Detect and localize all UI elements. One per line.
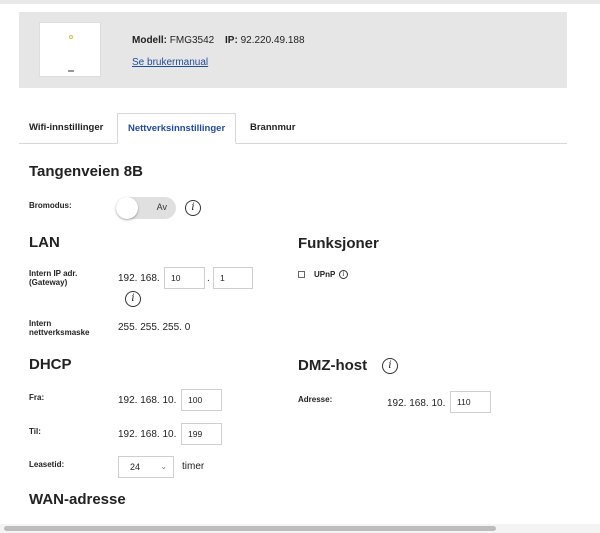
router-image — [39, 22, 101, 77]
internal-ip-prefix: 192. 168. — [118, 273, 160, 284]
internal-ip-label: Intern IP adr. (Gateway) — [29, 269, 77, 287]
lease-time-label: Leasetid: — [29, 460, 65, 469]
wan-title: WAN-adresse — [29, 491, 126, 508]
upnp-label: UPnP — [314, 270, 336, 279]
internal-ip-label-line1: Intern IP adr. — [29, 269, 78, 278]
upnp-checkbox[interactable] — [298, 271, 305, 278]
dhcp-from-prefix: 192. 168. 10. — [118, 395, 177, 406]
internal-ip-label-line2: (Gateway) — [29, 278, 68, 287]
tab-wifi-settings[interactable]: Wifi-innstillinger — [29, 113, 103, 143]
lease-time-select[interactable]: 24 ⌄ — [118, 456, 174, 478]
netmask-label-line1: Intern — [29, 319, 52, 328]
lease-time-unit: timer — [182, 461, 205, 472]
toggle-state-text: Av — [156, 202, 167, 212]
toggle-knob — [116, 197, 138, 219]
netmask-label: Intern nettverksmaske — [29, 319, 89, 337]
upnp-info-icon[interactable]: i — [339, 270, 348, 279]
bridge-info-icon[interactable]: i — [185, 200, 201, 216]
gateway-info-icon[interactable]: i — [125, 291, 141, 307]
dhcp-title: DHCP — [29, 356, 72, 373]
internal-ip-octet3-input[interactable]: 10 — [164, 267, 205, 289]
dhcp-to-prefix: 192. 168. 10. — [118, 429, 177, 440]
top-border — [0, 0, 600, 4]
settings-tabs: Wifi-innstillinger Nettverksinnstillinge… — [19, 113, 567, 144]
dhcp-to-label: Til: — [29, 427, 41, 436]
dhcp-to-input[interactable]: 199 — [181, 423, 222, 445]
router-led-icon — [69, 35, 73, 39]
chevron-down-icon: ⌄ — [160, 462, 167, 471]
model-label: Modell: — [132, 35, 167, 46]
dhcp-from-label: Fra: — [29, 393, 45, 402]
location-title: Tangenveien 8B — [29, 163, 143, 180]
bridge-mode-label: Bromodus: — [29, 201, 72, 210]
tab-firewall[interactable]: Brannmur — [250, 113, 295, 143]
ip-dot-separator: . — [207, 273, 210, 284]
functions-title: Funksjoner — [298, 235, 379, 252]
tab-network-settings[interactable]: Nettverksinnstillinger — [117, 113, 237, 144]
netmask-value: 255. 255. 255. 0 — [118, 322, 191, 333]
ip-label: IP: — [225, 35, 238, 46]
scrollbar-thumb[interactable] — [4, 526, 496, 531]
lan-title: LAN — [29, 234, 60, 251]
dmz-title: DMZ-host — [298, 357, 368, 374]
router-info-card: Modell: FMG3542 IP: 92.220.49.188 Se bru… — [19, 12, 567, 88]
horizontal-scrollbar[interactable] — [0, 524, 600, 533]
router-slot-icon — [68, 70, 74, 72]
user-manual-link[interactable]: Se brukermanual — [132, 57, 208, 68]
netmask-label-line2: nettverksmaske — [29, 328, 90, 337]
internal-ip-octet4-input[interactable]: 1 — [213, 267, 253, 289]
dmz-address-label: Adresse: — [298, 395, 333, 404]
bridge-mode-toggle[interactable]: Av — [116, 197, 176, 219]
dmz-address-prefix: 192. 168. 10. — [387, 398, 446, 409]
dmz-address-input[interactable]: 110 — [450, 391, 491, 413]
ip-value: 92.220.49.188 — [240, 35, 305, 46]
lease-time-value: 24 — [130, 462, 141, 472]
model-value: FMG3542 — [169, 35, 215, 46]
model-line: Modell: FMG3542 IP: 92.220.49.188 — [132, 35, 305, 46]
dhcp-from-input[interactable]: 100 — [181, 389, 222, 411]
dmz-info-icon[interactable]: i — [382, 358, 398, 374]
